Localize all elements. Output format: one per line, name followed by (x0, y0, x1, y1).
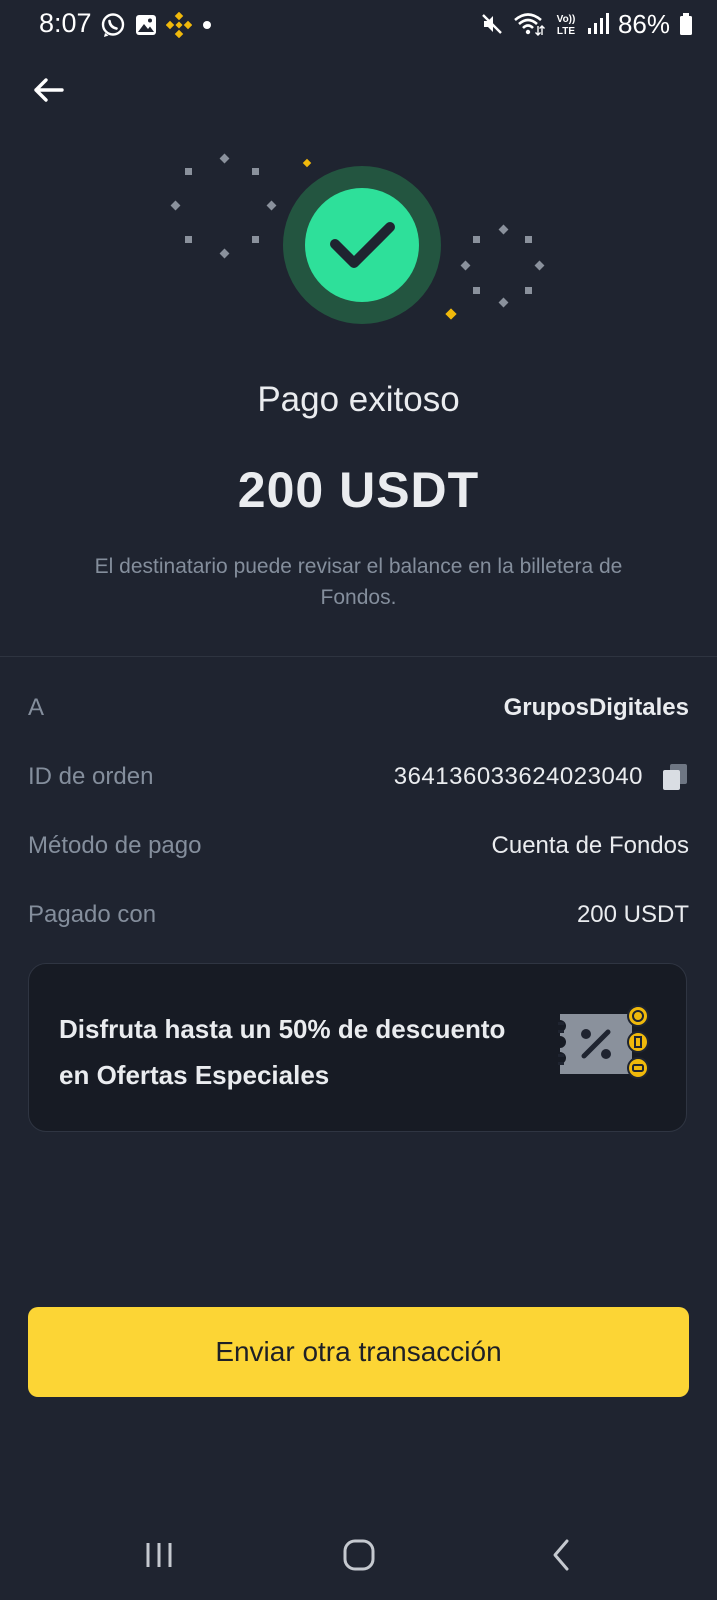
discount-coupon-icon (558, 1005, 649, 1079)
detail-row-recipient: A GruposDigitales (28, 688, 689, 728)
detail-label-order-id: ID de orden (28, 763, 154, 790)
detail-value-recipient: GruposDigitales (503, 694, 689, 721)
home-button[interactable] (314, 1510, 404, 1600)
promo-card[interactable]: Disfruta hasta un 50% de descuento en Of… (28, 963, 687, 1132)
system-back-button[interactable] (516, 1510, 606, 1600)
decorative-dots-right (460, 224, 545, 308)
home-icon (343, 1539, 375, 1571)
detail-row-order-id: ID de orden 364136033624023040 (28, 757, 689, 797)
battery-percent: 86% (617, 8, 670, 39)
back-button[interactable] (28, 70, 68, 110)
recent-apps-button[interactable] (114, 1510, 204, 1600)
mute-icon (482, 14, 502, 34)
binance-icon (166, 12, 192, 38)
detail-label-paid-with: Pagado con (28, 901, 157, 928)
arrow-left-icon (34, 78, 64, 102)
detail-value-paid-with: 200 USDT (576, 901, 689, 928)
payment-status-title: Pago exitoso (257, 380, 460, 419)
volte-icon: Vo)) LTE (557, 14, 576, 37)
payment-amount: 200 USDT (237, 462, 480, 518)
decorative-dots-left (170, 153, 277, 259)
detail-label-recipient: A (28, 694, 45, 721)
svg-text:LTE: LTE (557, 26, 575, 37)
status-right: Vo)) LTE 86% (480, 8, 693, 40)
payment-subtitle: El destinatario puede revisar el balance… (94, 555, 623, 609)
status-left-icons (100, 10, 214, 40)
detail-value-order-id-wrap: 364136033624023040 (394, 762, 689, 792)
whatsapp-icon (101, 13, 125, 37)
detail-value-order-id: 364136033624023040 (393, 763, 643, 790)
detail-row-payment-method: Método de pago Cuenta de Fondos (28, 826, 689, 866)
recent-apps-icon (146, 1543, 172, 1567)
detail-row-paid-with: Pagado con 200 USDT (28, 895, 689, 935)
status-bar: 8:07 Vo)) LTE 86% (0, 0, 717, 50)
status-time: 8:07 (39, 8, 92, 38)
promo-text: Disfruta hasta un 50% de descuento en Of… (59, 1014, 506, 1090)
success-illustration (170, 153, 545, 324)
signal-icon (587, 13, 609, 34)
detail-label-payment-method: Método de pago (28, 832, 202, 859)
wifi-icon (514, 13, 545, 36)
back-icon (553, 1539, 569, 1571)
gallery-icon (136, 15, 156, 35)
svg-text:Vo)): Vo)) (557, 14, 576, 25)
send-another-transaction-button[interactable]: Enviar otra transacción (28, 1307, 689, 1397)
divider (0, 656, 717, 657)
system-nav-bar (0, 1510, 717, 1600)
detail-value-payment-method: Cuenta de Fondos (491, 832, 689, 859)
notification-dot-icon (203, 21, 211, 29)
copy-icon[interactable] (661, 762, 689, 792)
battery-icon (680, 13, 692, 35)
